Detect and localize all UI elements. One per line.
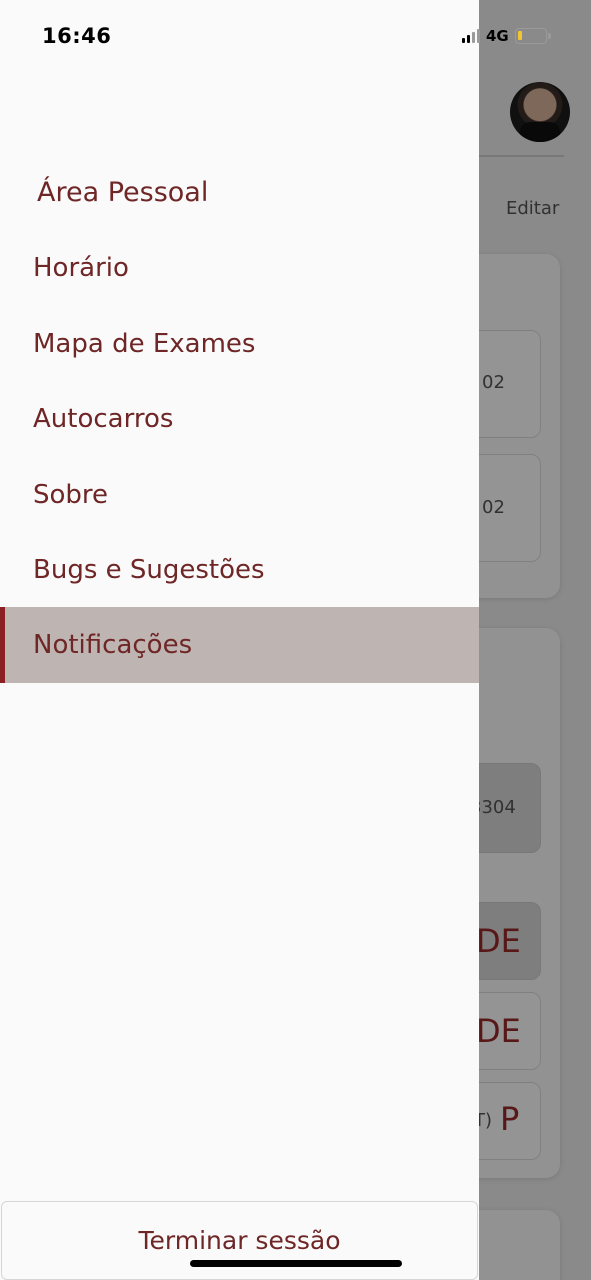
menu-item-area-pessoal[interactable]: Área Pessoal xyxy=(0,154,479,230)
menu-item-horario[interactable]: Horário xyxy=(0,230,479,306)
menu-item-label: Mapa de Exames xyxy=(33,329,256,359)
signal-icon xyxy=(462,29,480,43)
menu-item-bugs-e-sugestoes[interactable]: Bugs e Sugestões xyxy=(0,532,479,608)
logout-label: Terminar sessão xyxy=(138,1226,341,1255)
menu-item-autocarros[interactable]: Autocarros xyxy=(0,381,479,457)
menu-item-notificacoes[interactable]: Notificações xyxy=(0,607,479,683)
status-indicators: 4G xyxy=(462,26,551,46)
menu-item-mapa-de-exames[interactable]: Mapa de Exames xyxy=(0,306,479,382)
menu-item-sobre[interactable]: Sobre xyxy=(0,457,479,533)
battery-level xyxy=(517,31,522,40)
menu-item-label: Bugs e Sugestões xyxy=(33,555,265,585)
menu-item-label: Notificações xyxy=(33,630,193,660)
menu-item-label: Sobre xyxy=(33,480,109,510)
home-indicator[interactable] xyxy=(190,1260,402,1267)
network-type: 4G xyxy=(486,27,509,45)
status-time: 16:46 xyxy=(42,24,112,48)
menu-item-label: Área Pessoal xyxy=(37,176,209,208)
battery-icon xyxy=(514,28,551,44)
menu-item-label: Horário xyxy=(33,253,129,283)
menu-item-label: Autocarros xyxy=(33,404,174,434)
navigation-drawer: Área Pessoal Horário Mapa de Exames Auto… xyxy=(0,0,479,1280)
logout-button[interactable]: Terminar sessão xyxy=(1,1201,478,1280)
